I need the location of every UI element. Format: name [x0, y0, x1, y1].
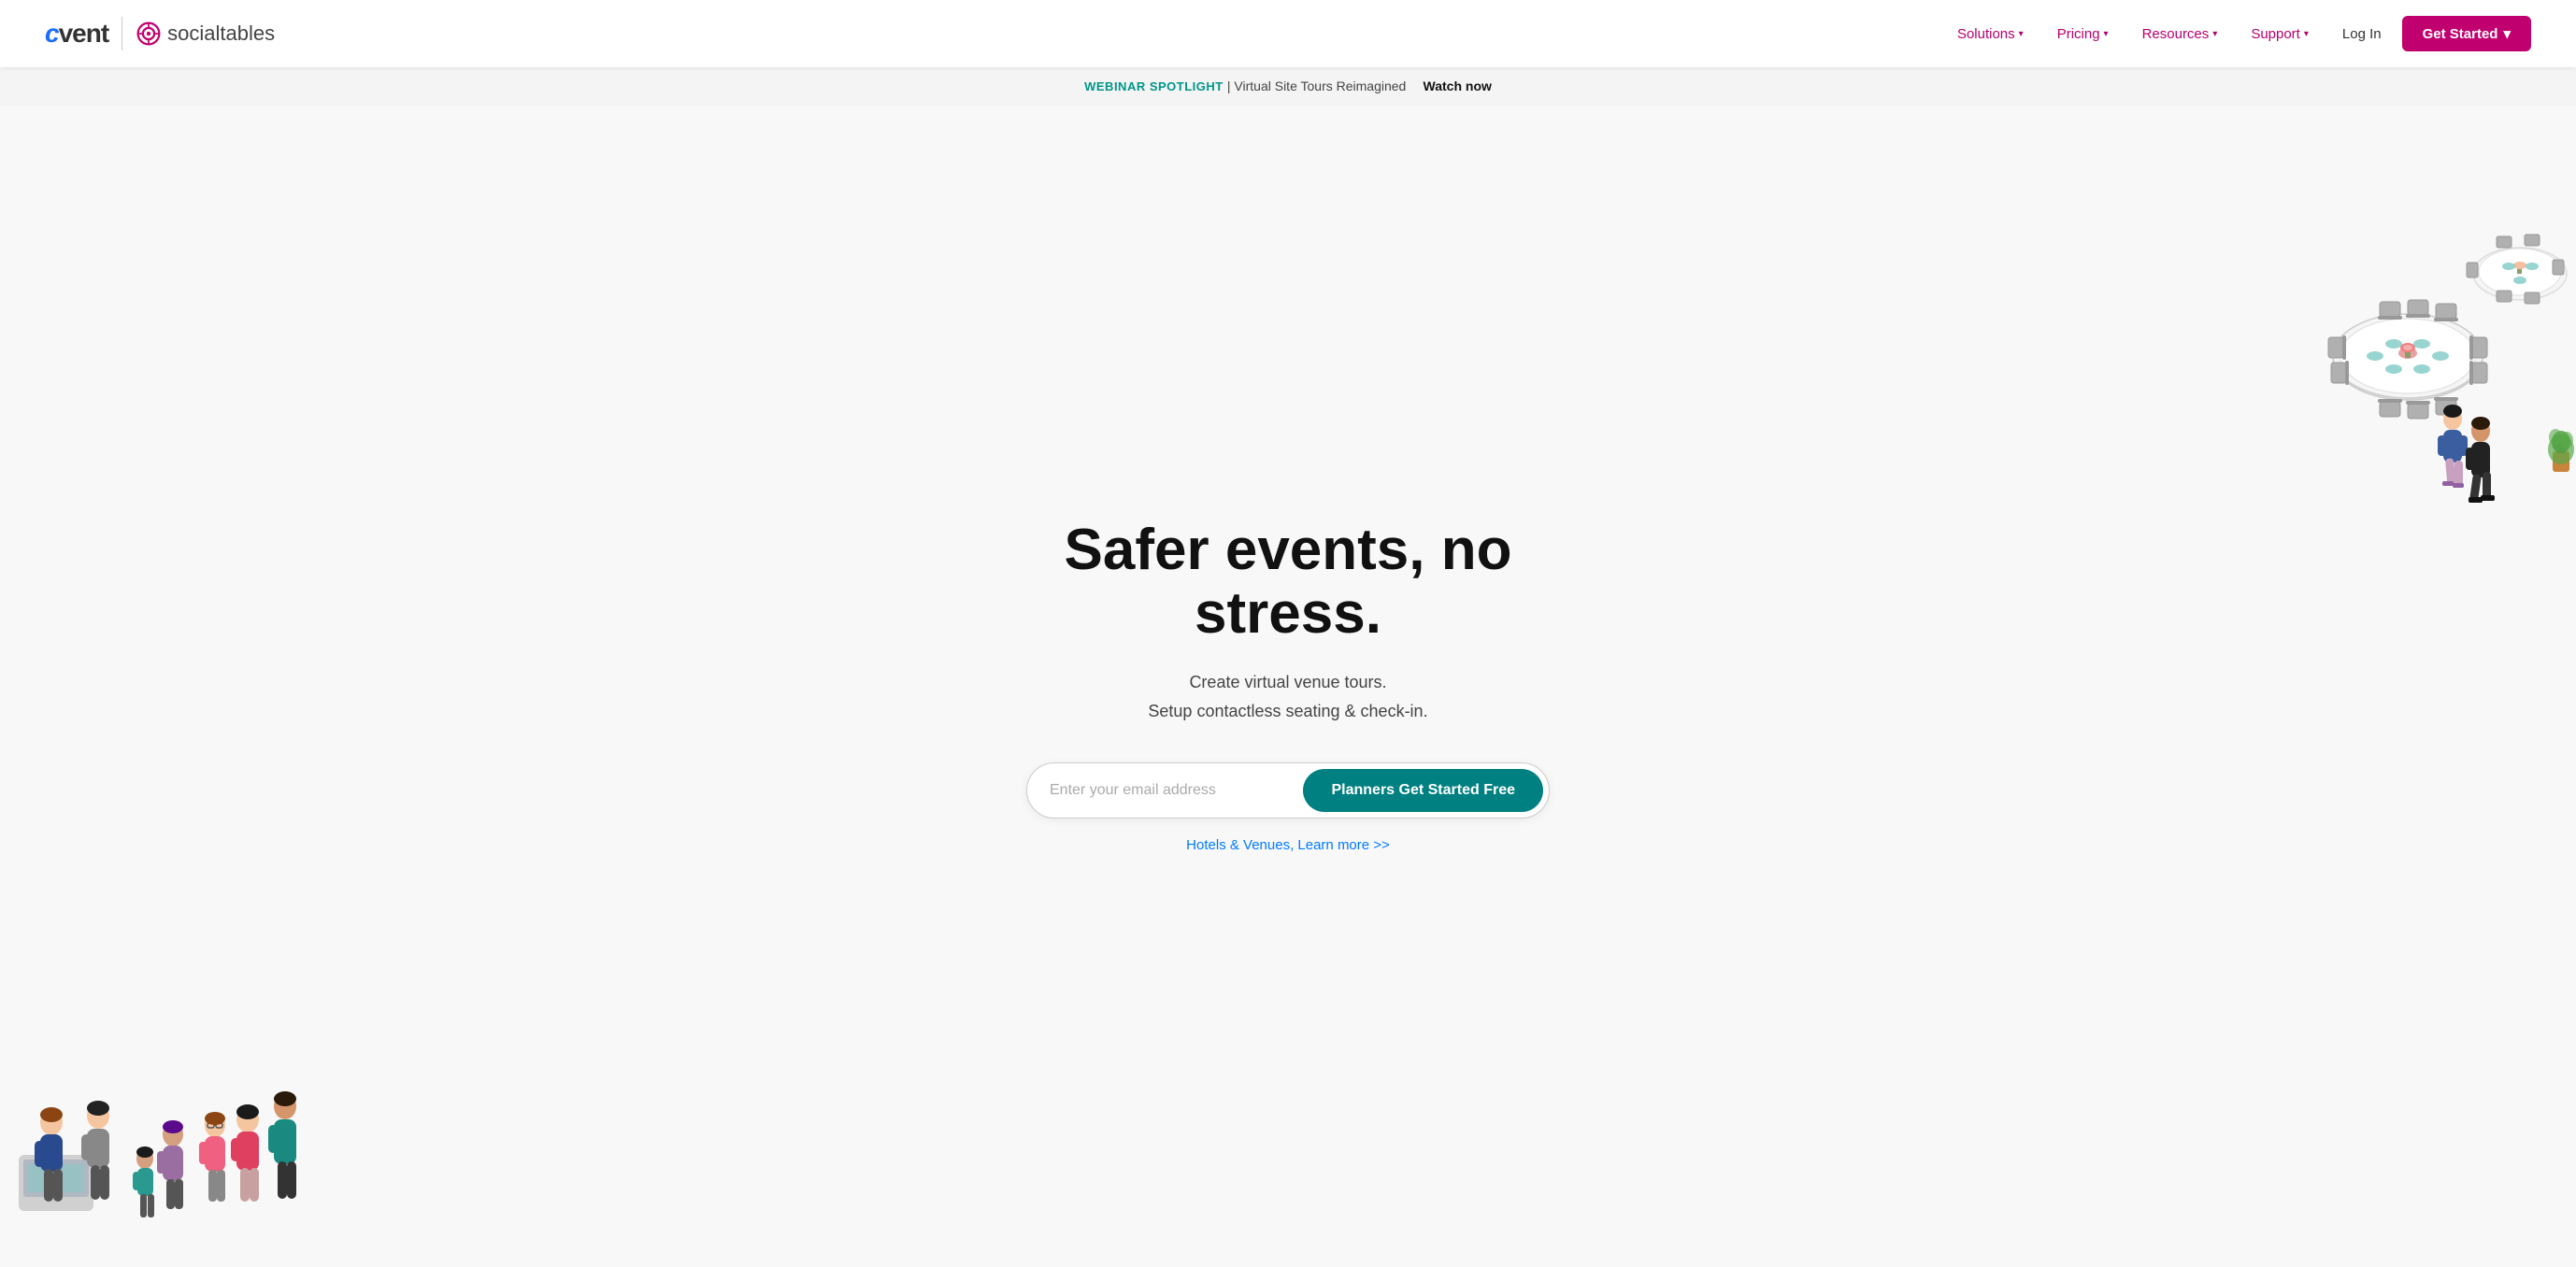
webinar-spotlight-label: WEBINAR SPOTLIGHT — [1084, 79, 1224, 93]
hotels-venues-link[interactable]: Hotels & Venues, Learn more >> — [1186, 837, 1390, 853]
socialtables-text: socialtables — [167, 21, 275, 46]
support-chevron-icon: ▾ — [2304, 29, 2309, 39]
solutions-chevron-icon: ▾ — [2019, 29, 2024, 39]
nav-solutions[interactable]: Solutions ▾ — [1944, 19, 2037, 50]
nav-pricing[interactable]: Pricing ▾ — [2044, 19, 2122, 50]
hero-section: Safer events, no stress. Create virtual … — [0, 106, 2576, 1267]
cvent-logo: cvent — [45, 19, 108, 49]
webinar-title: | Virtual Site Tours Reimagined — [1227, 78, 1406, 93]
email-input[interactable] — [1050, 782, 1303, 799]
pricing-chevron-icon: ▾ — [2104, 29, 2109, 39]
nav-login[interactable]: Log In — [2329, 19, 2395, 50]
socialtables-logo: socialtables — [136, 21, 275, 47]
socialtables-icon — [136, 21, 162, 47]
right-illustration — [2221, 143, 2576, 517]
nav-resources[interactable]: Resources ▾ — [2129, 19, 2231, 50]
hero-headline: Safer events, no stress. — [1026, 519, 1550, 646]
hero-center: Safer events, no stress. Create virtual … — [1008, 463, 1568, 911]
watch-now-link[interactable]: Watch now — [1424, 78, 1492, 93]
resources-chevron-icon: ▾ — [2212, 29, 2217, 39]
logo-area: cvent socialtables — [45, 17, 275, 50]
hero-email-form: Planners Get Started Free — [1026, 762, 1550, 819]
nav-get-started-button[interactable]: Get Started ▾ — [2402, 16, 2531, 51]
nav-support[interactable]: Support ▾ — [2238, 19, 2322, 50]
nav-links: Solutions ▾ Pricing ▾ Resources ▾ Suppor… — [1944, 16, 2531, 51]
navbar: cvent socialtables Solutions ▾ Pricing — [0, 0, 2576, 67]
get-started-chevron-icon: ▾ — [2503, 25, 2511, 42]
hero-subtext: Create virtual venue tours. Setup contac… — [1026, 668, 1550, 725]
left-illustration — [0, 968, 336, 1267]
planners-cta-button[interactable]: Planners Get Started Free — [1303, 769, 1543, 812]
announcement-bar: WEBINAR SPOTLIGHT | Virtual Site Tours R… — [0, 67, 2576, 106]
